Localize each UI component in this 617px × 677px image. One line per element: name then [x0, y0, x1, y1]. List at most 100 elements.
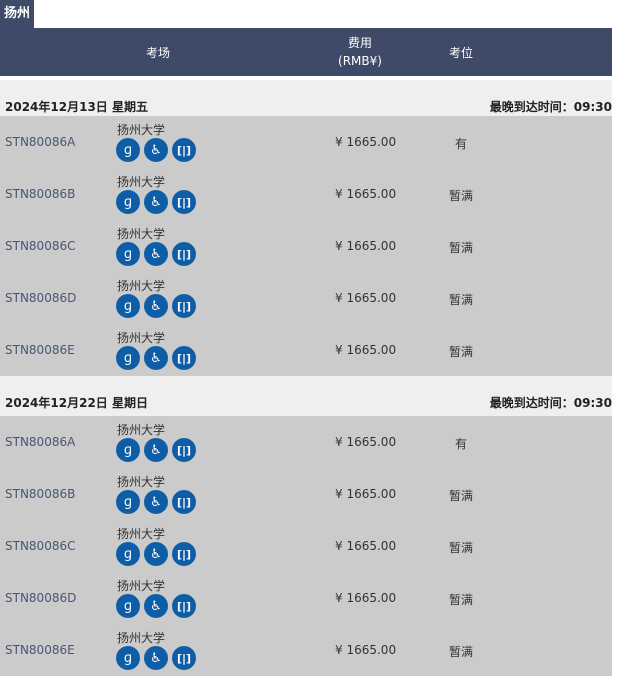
fee: ¥ 1665.00: [335, 539, 397, 553]
table-header: 考场 费用 (RMB¥) 考位: [0, 28, 612, 76]
venue-name: 扬州大学: [117, 579, 166, 593]
table-row[interactable]: STN80086D 扬州大学 ɡ ♿ [|] ¥ 1665.00 暂满: [0, 572, 612, 624]
wheelchair-icon: ♿: [144, 646, 168, 670]
accessible-door-icon: [|]: [172, 490, 196, 514]
date-row: 2024年12月22日 星期日 最晚到达时间：09:30: [0, 376, 612, 416]
table-row[interactable]: STN80086E 扬州大学 ɡ ♿ [|] ¥ 1665.00 暂满: [0, 624, 612, 676]
session-code: STN80086D: [5, 591, 77, 605]
facility-icons: ɡ ♿ [|]: [116, 242, 196, 266]
fee: ¥ 1665.00: [335, 343, 397, 357]
hearing-aid-icon: ɡ: [116, 190, 140, 214]
latest-arrival-time: 最晚到达时间：09:30: [489, 396, 612, 410]
accessible-door-icon: [|]: [172, 542, 196, 566]
hearing-aid-icon: ɡ: [116, 594, 140, 618]
session-code: STN80086B: [5, 187, 76, 201]
seat-status: 有: [454, 137, 467, 151]
hearing-aid-icon: ɡ: [116, 490, 140, 514]
wheelchair-icon: ♿: [144, 242, 168, 266]
header-seat: 考位: [448, 46, 473, 60]
hearing-aid-icon: ɡ: [116, 438, 140, 462]
accessible-door-icon: [|]: [172, 190, 196, 214]
table-row[interactable]: STN80086A 扬州大学 ɡ ♿ [|] ¥ 1665.00 有: [0, 416, 612, 468]
venue-name: 扬州大学: [117, 527, 166, 541]
facility-icons: ɡ ♿ [|]: [116, 594, 196, 618]
facility-icons: ɡ ♿ [|]: [116, 438, 196, 462]
facility-icons: ɡ ♿ [|]: [116, 138, 196, 162]
fee: ¥ 1665.00: [335, 187, 397, 201]
seat-status: 暂满: [448, 593, 473, 607]
hearing-aid-icon: ɡ: [116, 138, 140, 162]
wheelchair-icon: ♿: [144, 594, 168, 618]
table-row[interactable]: STN80086E 扬州大学 ɡ ♿ [|] ¥ 1665.00 暂满: [0, 324, 612, 376]
session-code: STN80086A: [5, 435, 76, 449]
seat-status: 暂满: [448, 541, 473, 555]
latest-arrival-time: 最晚到达时间：09:30: [489, 100, 612, 114]
seat-status: 暂满: [448, 293, 473, 307]
wheelchair-icon: ♿: [144, 542, 168, 566]
session-code: STN80086D: [5, 291, 77, 305]
hearing-aid-icon: ɡ: [116, 346, 140, 370]
venue-name: 扬州大学: [117, 331, 166, 345]
hearing-aid-icon: ɡ: [116, 242, 140, 266]
wheelchair-icon: ♿: [144, 294, 168, 318]
facility-icons: ɡ ♿ [|]: [116, 542, 196, 566]
session-code: STN80086E: [5, 643, 75, 657]
accessible-door-icon: [|]: [172, 594, 196, 618]
table-row[interactable]: STN80086D 扬州大学 ɡ ♿ [|] ¥ 1665.00 暂满: [0, 272, 612, 324]
header-fee-currency: (RMB¥): [338, 54, 382, 68]
session-code: STN80086C: [5, 239, 76, 253]
seat-status: 暂满: [448, 489, 473, 503]
table-row[interactable]: STN80086C 扬州大学 ɡ ♿ [|] ¥ 1665.00 暂满: [0, 520, 612, 572]
venue-name: 扬州大学: [117, 279, 166, 293]
fee: ¥ 1665.00: [335, 135, 397, 149]
seat-status: 暂满: [448, 345, 473, 359]
fee: ¥ 1665.00: [335, 291, 397, 305]
exam-date: 2024年12月13日 星期五: [5, 100, 148, 114]
table-row[interactable]: STN80086A 扬州大学 ɡ ♿ [|] ¥ 1665.00 有: [0, 116, 612, 168]
wheelchair-icon: ♿: [144, 438, 168, 462]
city-tab[interactable]: 扬州: [0, 0, 35, 28]
fee: ¥ 1665.00: [335, 591, 397, 605]
accessible-door-icon: [|]: [172, 242, 196, 266]
wheelchair-icon: ♿: [144, 490, 168, 514]
facility-icons: ɡ ♿ [|]: [116, 490, 196, 514]
hearing-aid-icon: ɡ: [116, 542, 140, 566]
venue-name: 扬州大学: [117, 631, 166, 645]
venue-name: 扬州大学: [117, 175, 166, 189]
exam-date: 2024年12月22日 星期日: [5, 396, 148, 410]
table-row[interactable]: STN80086B 扬州大学 ɡ ♿ [|] ¥ 1665.00 暂满: [0, 168, 612, 220]
hearing-aid-icon: ɡ: [116, 646, 140, 670]
header-venue: 考场: [145, 46, 170, 60]
accessible-door-icon: [|]: [172, 438, 196, 462]
session-code: STN80086A: [5, 135, 76, 149]
accessible-door-icon: [|]: [172, 646, 196, 670]
date-row: 2024年12月13日 星期五 最晚到达时间：09:30: [0, 80, 612, 120]
accessible-door-icon: [|]: [172, 346, 196, 370]
venue-name: 扬州大学: [117, 227, 166, 241]
seat-status: 暂满: [448, 645, 473, 659]
header-fee: 费用 (RMB¥): [322, 34, 398, 70]
venue-name: 扬州大学: [117, 475, 166, 489]
accessible-door-icon: [|]: [172, 294, 196, 318]
facility-icons: ɡ ♿ [|]: [116, 346, 196, 370]
venue-name: 扬州大学: [117, 423, 166, 437]
facility-icons: ɡ ♿ [|]: [116, 190, 196, 214]
accessible-door-icon: [|]: [172, 138, 196, 162]
wheelchair-icon: ♿: [144, 190, 168, 214]
session-code: STN80086E: [5, 343, 75, 357]
fee: ¥ 1665.00: [335, 643, 397, 657]
wheelchair-icon: ♿: [144, 138, 168, 162]
wheelchair-icon: ♿: [144, 346, 168, 370]
facility-icons: ɡ ♿ [|]: [116, 294, 196, 318]
session-code: STN80086B: [5, 487, 76, 501]
hearing-aid-icon: ɡ: [116, 294, 140, 318]
seat-status: 暂满: [448, 189, 473, 203]
table-row[interactable]: STN80086C 扬州大学 ɡ ♿ [|] ¥ 1665.00 暂满: [0, 220, 612, 272]
table-row[interactable]: STN80086B 扬州大学 ɡ ♿ [|] ¥ 1665.00 暂满: [0, 468, 612, 520]
seat-status: 有: [454, 437, 467, 451]
fee: ¥ 1665.00: [335, 487, 397, 501]
session-list: STN80086A 扬州大学 ɡ ♿ [|] ¥ 1665.00 有 STN80…: [0, 416, 612, 676]
facility-icons: ɡ ♿ [|]: [116, 646, 196, 670]
header-fee-label: 费用: [347, 36, 372, 50]
fee: ¥ 1665.00: [335, 239, 397, 253]
